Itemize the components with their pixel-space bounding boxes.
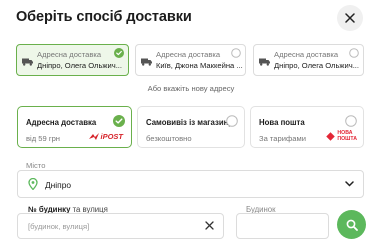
saved-address-card-2[interactable]: Адресна доставка Київ, Джона Маккейна ..… (135, 44, 246, 76)
delivery-option-pickup[interactable]: Самовивіз із магазину безкоштовно (137, 106, 245, 148)
radio-empty-icon (345, 115, 357, 127)
check-circle-icon (114, 48, 124, 58)
delivery-option-price: За тарифами (259, 134, 306, 143)
delivery-option-title: Самовивіз із магазину (146, 118, 233, 127)
search-icon (346, 219, 358, 231)
clear-icon[interactable] (205, 221, 214, 230)
saved-address-type: Адресна доставка (37, 50, 102, 59)
check-circle-icon (113, 115, 125, 127)
truck-icon (22, 58, 33, 66)
map-pin-icon (28, 178, 38, 190)
city-value: Дніпро (45, 180, 72, 190)
city-label: Місто (26, 161, 46, 170)
radio-empty-icon (349, 48, 359, 58)
truck-icon (141, 58, 152, 66)
delivery-option-nova-poshta[interactable]: Нова пошта За тарифами НОВА ПОШТА (250, 106, 364, 148)
city-select[interactable]: Дніпро (17, 170, 364, 198)
saved-address-text: Дніпро, Олега Ольжич... (274, 61, 360, 70)
saved-address-type: Адресна доставка (274, 50, 339, 59)
house-input[interactable] (236, 213, 329, 239)
new-address-hint: Або вкажіть нову адресу (147, 84, 235, 93)
delivery-option-price: від 59 грн (26, 134, 61, 143)
delivery-option-title: Нова пошта (259, 118, 305, 127)
radio-empty-icon (231, 48, 241, 58)
close-button[interactable] (337, 5, 363, 31)
delivery-option-title: Адресна доставка (26, 118, 97, 127)
saved-address-text: Київ, Джона Маккейна ... (156, 61, 243, 70)
radio-empty-icon (226, 115, 238, 127)
truck-icon (259, 58, 270, 66)
saved-address-card-3[interactable]: Адресна доставка Дніпро, Олега Ольжич... (253, 44, 364, 76)
modal-title: Оберіть спосіб доставки (16, 9, 192, 25)
street-input[interactable]: [будинок, вулиця] (17, 213, 224, 239)
nova-poshta-diamond-icon (326, 131, 336, 141)
nova-poshta-logo: НОВА ПОШТА (326, 130, 357, 142)
search-button[interactable] (337, 210, 366, 239)
chevron-down-icon (345, 181, 354, 187)
ipost-logo-text: iPOST (100, 132, 123, 141)
close-icon (345, 13, 355, 23)
saved-address-text: Дніпро, Олега Ольжич... (37, 61, 123, 70)
ipost-logo: iPOST (89, 132, 123, 141)
ipost-bird-icon (89, 132, 100, 140)
street-placeholder: [будинок, вулиця] (28, 222, 90, 231)
nova-poshta-logo-text-2: ПОШТА (337, 136, 357, 142)
delivery-option-address[interactable]: Адресна доставка від 59 грн iPOST (17, 106, 132, 148)
delivery-option-price: безкоштовно (146, 134, 192, 143)
saved-address-type: Адресна доставка (156, 50, 221, 59)
saved-address-card-1[interactable]: Адресна доставка Дніпро, Олега Ольжич... (16, 44, 129, 76)
